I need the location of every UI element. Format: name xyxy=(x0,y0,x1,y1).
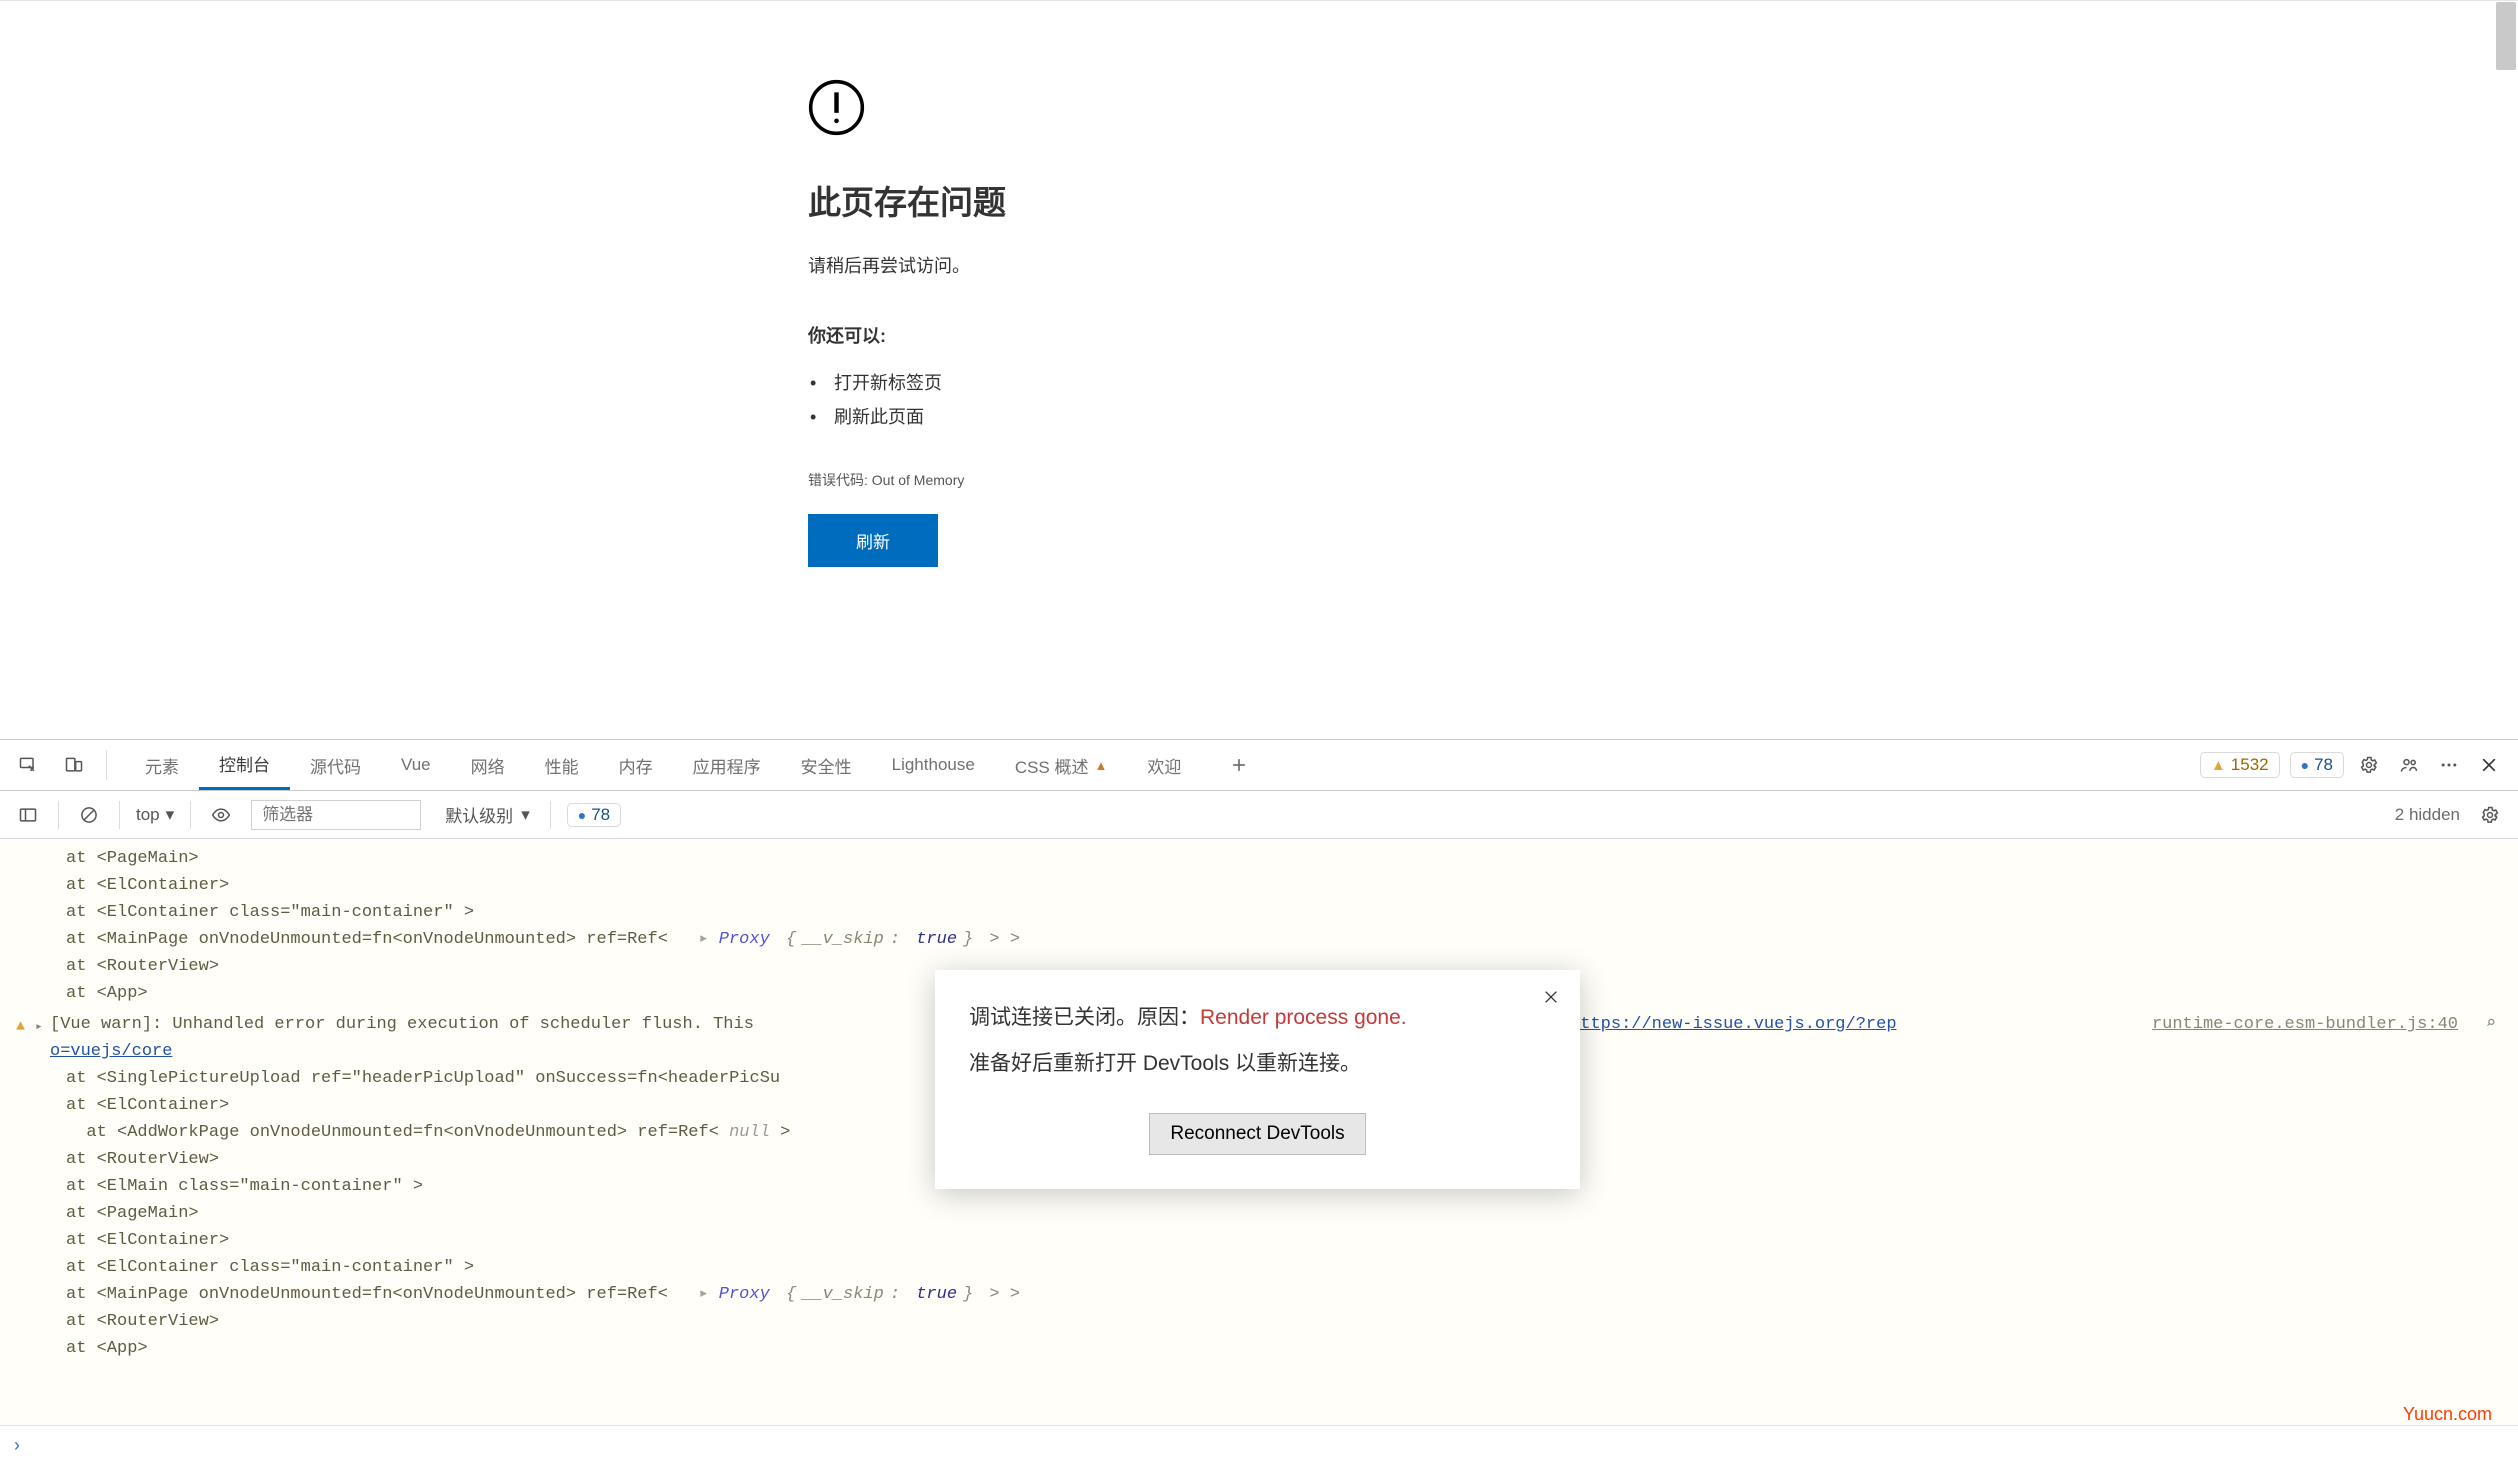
tab-vue[interactable]: Vue xyxy=(381,740,451,790)
tab-welcome[interactable]: 欢迎 xyxy=(1127,740,1201,790)
add-tab-button[interactable] xyxy=(1225,751,1253,779)
console-settings-gear-icon[interactable] xyxy=(2476,801,2504,829)
tab-performance[interactable]: 性能 xyxy=(525,740,599,790)
beta-triangle-icon: ▲ xyxy=(1095,758,1108,773)
info-dot-icon: ● xyxy=(2301,757,2309,773)
issues-count: 78 xyxy=(591,805,610,825)
live-expression-icon[interactable] xyxy=(207,801,235,829)
warnings-count: 1532 xyxy=(2231,755,2269,775)
issues-badge[interactable]: ● 78 xyxy=(567,803,621,827)
tab-sources[interactable]: 源代码 xyxy=(290,740,381,790)
stack-line: at <MainPage onVnodeUnmounted=fn<onVnode… xyxy=(16,1281,2518,1308)
tab-memory[interactable]: 内存 xyxy=(599,740,673,790)
divider xyxy=(106,750,107,780)
you-can-also-label: 你还可以: xyxy=(808,322,2518,348)
dialog-line1: 调试连接已关闭。原因：Render process gone. xyxy=(969,1000,1546,1036)
page-scrollbar[interactable] xyxy=(2496,2,2516,70)
dialog-line2: 准备好后重新打开 DevTools 以重新连接。 xyxy=(969,1046,1546,1082)
warning-circle-icon xyxy=(808,79,865,136)
magnifier-icon[interactable]: ⌕ xyxy=(2486,1011,2496,1038)
devtools-tabs: 元素 控制台 源代码 Vue 网络 性能 内存 应用程序 安全性 Lightho… xyxy=(125,740,1201,790)
warning-triangle-icon: ▲ xyxy=(2211,757,2226,774)
warn-text: [Vue warn]: Unhandled error during execu… xyxy=(50,1015,754,1034)
divider xyxy=(119,801,120,829)
source-link[interactable]: runtime-core.esm-bundler.js:40 xyxy=(2152,1011,2458,1038)
dialog-line1-prefix: 调试连接已关闭。原因： xyxy=(969,1006,1200,1029)
expand-caret-icon[interactable]: ▸ xyxy=(699,926,709,953)
tab-css-overview-label: CSS 概述 xyxy=(1015,753,1089,778)
feedback-icon[interactable] xyxy=(2394,750,2424,780)
tab-lighthouse[interactable]: Lighthouse xyxy=(872,740,995,790)
stack-line: at <ElContainer> xyxy=(16,872,2518,899)
toggle-sidebar-icon[interactable] xyxy=(14,801,42,829)
error-code: 错误代码: Out of Memory xyxy=(808,470,2518,490)
stack-text: at <MainPage onVnodeUnmounted=fn<onVnode… xyxy=(66,1285,668,1304)
stack-line: at <ElContainer class="main-container" > xyxy=(16,899,2518,926)
stack-line: at <PageMain> xyxy=(16,845,2518,872)
chevron-down-icon: ▾ xyxy=(166,805,175,825)
tab-security[interactable]: 安全性 xyxy=(781,740,872,790)
warnings-badge[interactable]: ▲ 1532 xyxy=(2200,752,2280,778)
issue-link-wrap[interactable]: o=vuejs/core xyxy=(50,1042,172,1061)
info-badge[interactable]: ● 78 xyxy=(2290,752,2344,778)
tab-network[interactable]: 网络 xyxy=(451,740,525,790)
more-menu-icon[interactable] xyxy=(2434,750,2464,780)
divider xyxy=(58,801,59,829)
log-level-label: 默认级别 xyxy=(445,802,513,827)
dialog-reason: Render process gone. xyxy=(1200,1006,1407,1029)
inspect-element-icon[interactable] xyxy=(14,751,42,779)
console-filter-bar: top ▾ 默认级别 ▾ ● 78 2 hidden xyxy=(0,791,2518,839)
tab-css-overview[interactable]: CSS 概述 ▲ xyxy=(995,740,1128,790)
stack-line: at <ElContainer> xyxy=(16,1227,2518,1254)
chevron-down-icon: ▾ xyxy=(521,805,530,825)
error-page: 此页存在问题 请稍后再尝试访问。 你还可以: 打开新标签页 刷新此页面 错误代码… xyxy=(0,0,2518,740)
error-title: 此页存在问题 xyxy=(808,176,2518,224)
info-count: 78 xyxy=(2314,755,2333,775)
console-prompt[interactable]: › xyxy=(0,1425,2518,1465)
close-devtools-icon[interactable] xyxy=(2474,750,2504,780)
reconnect-devtools-button[interactable]: Reconnect DevTools xyxy=(1149,1113,1365,1155)
stack-line: at <ElContainer class="main-container" > xyxy=(16,1254,2518,1281)
devtools-header-right: ▲ 1532 ● 78 xyxy=(2200,750,2504,780)
divider xyxy=(190,801,191,829)
close-dialog-icon[interactable] xyxy=(1536,982,1566,1012)
context-selector[interactable]: top ▾ xyxy=(136,805,174,825)
suggestion-newtab: 打开新标签页 xyxy=(808,366,2518,400)
issue-link[interactable]: https://new-issue.vuejs.org/?rep xyxy=(1570,1015,1896,1034)
device-toggle-icon[interactable] xyxy=(60,751,88,779)
suggestion-list: 打开新标签页 刷新此页面 xyxy=(808,366,2518,434)
stack-text: at <MainPage onVnodeUnmounted=fn<onVnode… xyxy=(66,930,668,949)
info-dot-icon: ● xyxy=(578,807,586,823)
refresh-button[interactable]: 刷新 xyxy=(808,514,938,567)
context-label: top xyxy=(136,805,160,825)
tab-elements[interactable]: 元素 xyxy=(125,740,199,790)
stack-line: at <MainPage onVnodeUnmounted=fn<onVnode… xyxy=(16,926,2518,953)
prompt-chevron-icon: › xyxy=(14,1435,20,1456)
tab-application[interactable]: 应用程序 xyxy=(673,740,781,790)
watermark: Yuucn.com xyxy=(2403,1404,2492,1425)
reconnect-dialog: 调试连接已关闭。原因：Render process gone. 准备好后重新打开… xyxy=(935,970,1580,1189)
log-level-selector[interactable]: 默认级别 ▾ xyxy=(445,802,530,827)
clear-console-icon[interactable] xyxy=(75,801,103,829)
error-subtitle: 请稍后再尝试访问。 xyxy=(808,252,2518,278)
stack-line: at <RouterView> xyxy=(16,1308,2518,1335)
hidden-count[interactable]: 2 hidden xyxy=(2395,805,2460,825)
divider xyxy=(550,801,551,829)
warning-triangle-icon: ▲ xyxy=(16,1013,25,1040)
expand-caret-icon[interactable]: ▸ xyxy=(35,1013,43,1040)
tab-console[interactable]: 控制台 xyxy=(199,740,290,790)
settings-gear-icon[interactable] xyxy=(2354,750,2384,780)
suggestion-refresh: 刷新此页面 xyxy=(808,400,2518,434)
filter-input[interactable] xyxy=(251,800,421,830)
stack-line: at <App> xyxy=(16,1335,2518,1362)
devtools-header: 元素 控制台 源代码 Vue 网络 性能 内存 应用程序 安全性 Lightho… xyxy=(0,740,2518,791)
expand-caret-icon[interactable]: ▸ xyxy=(699,1281,709,1308)
stack-line: at <PageMain> xyxy=(16,1200,2518,1227)
